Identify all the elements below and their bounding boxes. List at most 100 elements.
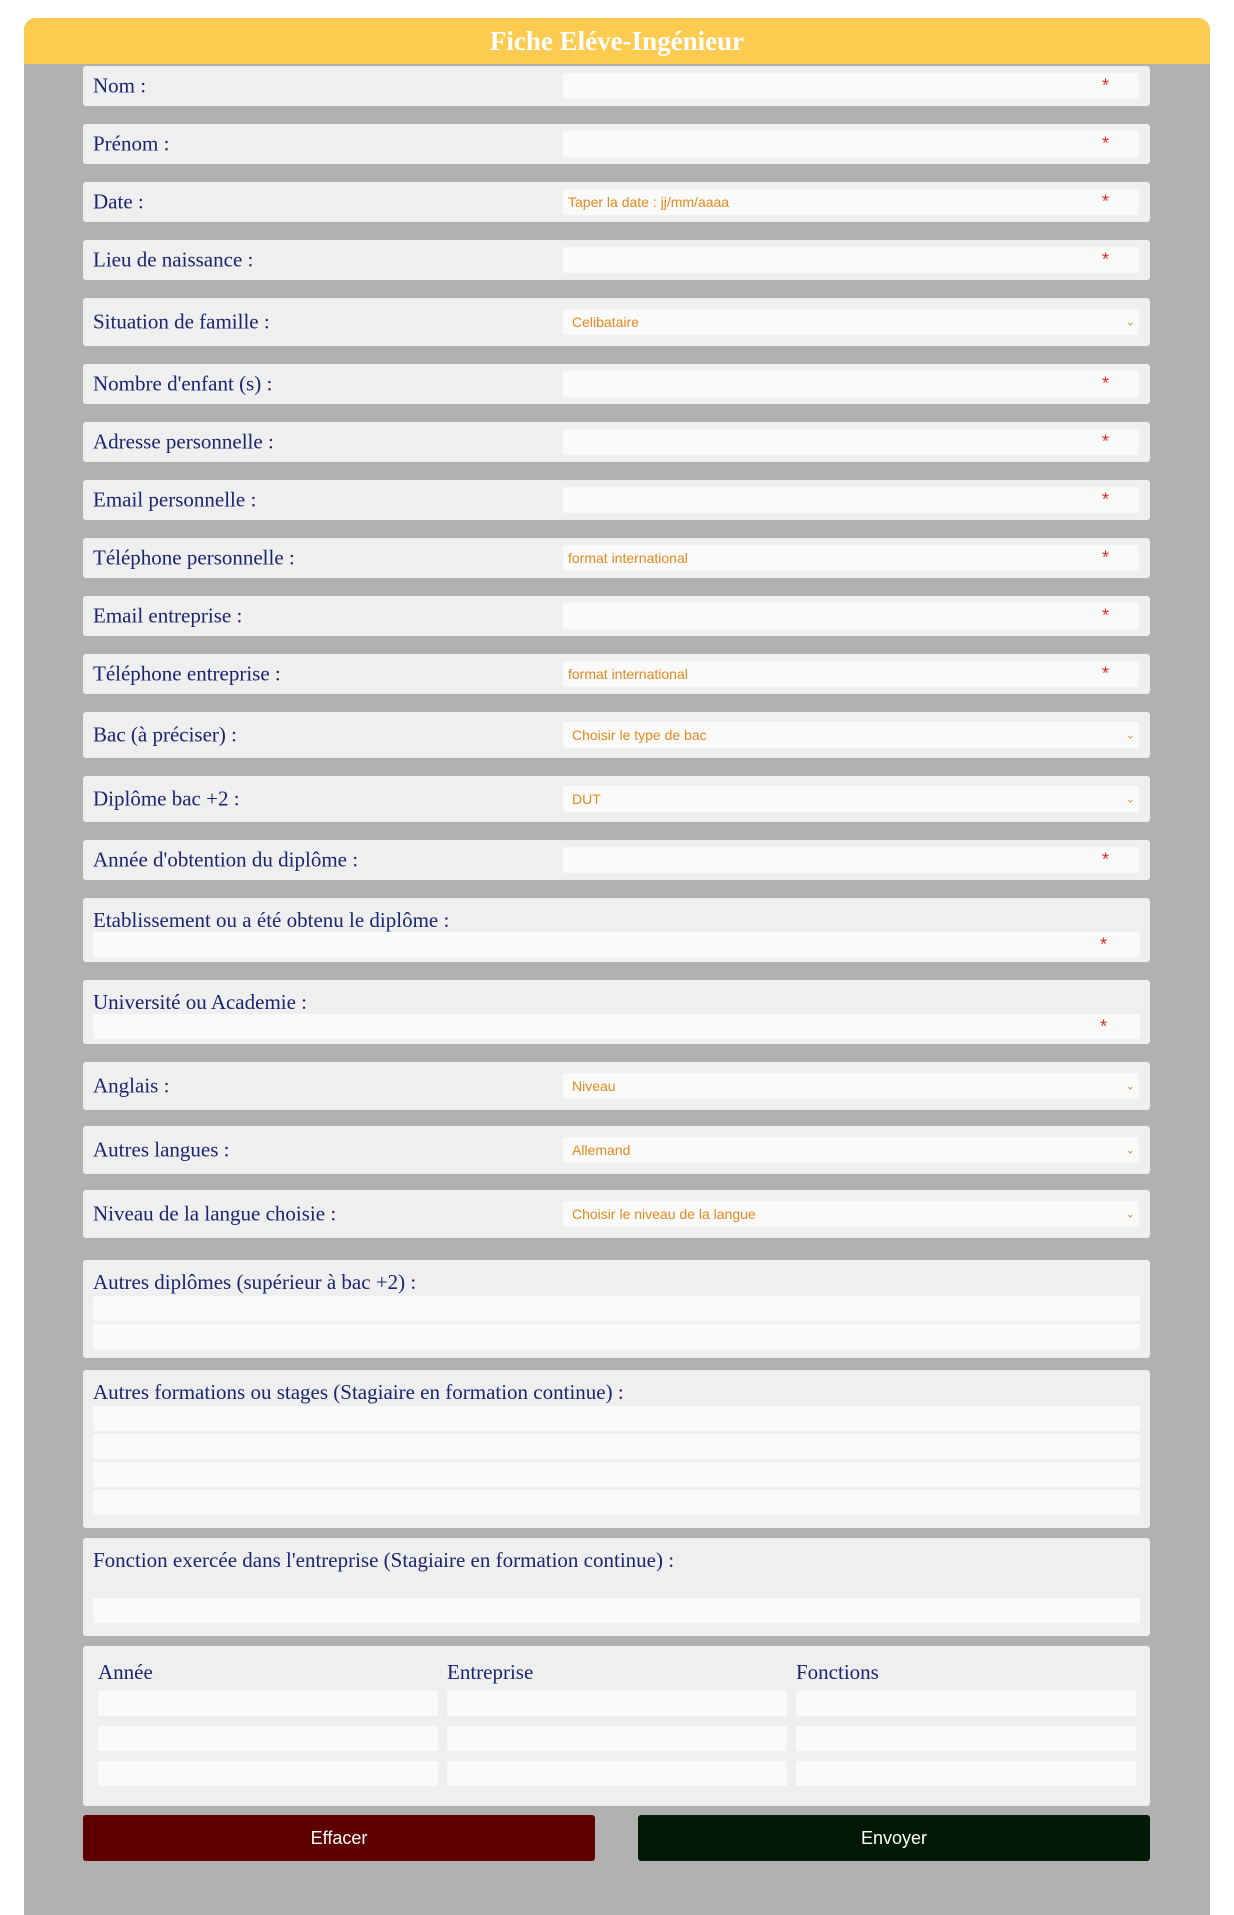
select-value: Celibataire [572, 314, 639, 330]
chevron-down-icon: ⌄ [1125, 792, 1135, 806]
label-tel-ent: Téléphone entreprise : [93, 661, 281, 686]
chevron-down-icon: ⌄ [1125, 1207, 1135, 1221]
input-email-perso[interactable]: * [563, 487, 1139, 513]
input-autres-formations-2[interactable] [93, 1434, 1140, 1459]
row-niveau-langue: Niveau de la langue choisie : Choisir le… [83, 1190, 1150, 1238]
label-anglais: Anglais : [93, 1073, 170, 1098]
required-marker: * [1100, 1016, 1108, 1036]
label-niveau-langue: Niveau de la langue choisie : [93, 1201, 337, 1226]
row-tel-ent: Téléphone entreprise : format internatio… [83, 654, 1150, 694]
row-email-ent: Email entreprise : * [83, 596, 1150, 636]
cell-entreprise-3[interactable] [447, 1761, 787, 1786]
select-value: Choisir le type de bac [572, 727, 707, 743]
form-page: Fiche Eléve-Ingénieur Nom : * Prénom : *… [24, 18, 1210, 1915]
select-situation[interactable]: Celibataire ⌄ [563, 309, 1139, 335]
required-marker: * [1102, 133, 1110, 154]
input-autres-formations-4[interactable] [93, 1490, 1140, 1515]
row-situation: Situation de famille : Celibataire ⌄ [83, 298, 1150, 346]
tel-ent-placeholder: format international [568, 666, 688, 682]
input-prenom[interactable]: * [563, 131, 1139, 157]
reset-button[interactable]: Effacer [83, 1815, 595, 1861]
label-tel-perso: Téléphone personnelle : [93, 545, 295, 570]
cell-fonctions-1[interactable] [796, 1691, 1136, 1716]
label-fonction: Fonction exercée dans l'entreprise (Stag… [93, 1548, 675, 1572]
input-autres-formations-1[interactable] [93, 1406, 1140, 1431]
submit-button[interactable]: Envoyer [638, 1815, 1150, 1861]
form-title-bar: Fiche Eléve-Ingénieur [24, 18, 1210, 64]
input-autres-diplomes-1[interactable] [93, 1296, 1140, 1321]
input-enfants[interactable]: * [563, 371, 1139, 397]
label-autres-diplomes: Autres diplômes (supérieur à bac +2) : [93, 1270, 417, 1294]
cell-annee-3[interactable] [98, 1761, 438, 1786]
row-universite: Université ou Academie : * [83, 980, 1150, 1044]
required-marker: * [1102, 605, 1110, 626]
row-nom: Nom : * [83, 66, 1150, 106]
select-value: Niveau [572, 1078, 616, 1094]
label-prenom: Prénom : [93, 131, 170, 156]
required-marker: * [1102, 431, 1110, 452]
cell-fonctions-2[interactable] [796, 1726, 1136, 1751]
row-date: Date : Taper la date : jj/mm/aaaa * [83, 182, 1150, 222]
cell-entreprise-1[interactable] [447, 1691, 787, 1716]
required-marker: * [1100, 934, 1108, 954]
label-bac: Bac (à préciser) : [93, 722, 237, 747]
input-email-ent[interactable]: * [563, 603, 1139, 629]
reset-button-label: Effacer [310, 1827, 368, 1848]
label-autres-langues: Autres langues : [93, 1137, 230, 1162]
input-universite[interactable]: * [93, 1014, 1140, 1039]
label-diplome: Diplôme bac +2 : [93, 786, 240, 811]
select-value: Allemand [572, 1142, 631, 1158]
input-annee[interactable]: * [563, 847, 1139, 873]
select-niveau-langue[interactable]: Choisir le niveau de la langue ⌄ [563, 1201, 1139, 1227]
select-diplome[interactable]: DUT ⌄ [563, 786, 1139, 812]
input-tel-ent[interactable]: format international * [563, 661, 1139, 687]
tel-perso-placeholder: format international [568, 550, 688, 566]
chevron-down-icon: ⌄ [1125, 1143, 1135, 1157]
row-bac: Bac (à préciser) : Choisir le type de ba… [83, 712, 1150, 758]
cell-entreprise-2[interactable] [447, 1726, 787, 1751]
input-date[interactable]: Taper la date : jj/mm/aaaa * [563, 189, 1139, 215]
cell-fonctions-3[interactable] [796, 1761, 1136, 1786]
select-bac[interactable]: Choisir le type de bac ⌄ [563, 722, 1139, 748]
input-autres-diplomes-2[interactable] [93, 1324, 1140, 1349]
cell-annee-2[interactable] [98, 1726, 438, 1751]
label-universite: Université ou Academie : [93, 990, 308, 1014]
input-fonction[interactable] [93, 1598, 1140, 1623]
date-placeholder: Taper la date : jj/mm/aaaa [568, 194, 730, 210]
header-entreprise: Entreprise [447, 1660, 534, 1684]
input-adresse[interactable]: * [563, 429, 1139, 455]
row-prenom: Prénom : * [83, 124, 1150, 164]
cell-annee-1[interactable] [98, 1691, 438, 1716]
label-nom: Nom : [93, 73, 147, 98]
required-marker: * [1102, 373, 1110, 394]
label-enfants: Nombre d'enfant (s) : [93, 371, 273, 396]
row-autres-formations: Autres formations ou stages (Stagiaire e… [83, 1370, 1150, 1528]
row-adresse: Adresse personnelle : * [83, 422, 1150, 462]
input-autres-formations-3[interactable] [93, 1462, 1140, 1487]
header-fonctions: Fonctions [796, 1660, 879, 1684]
select-anglais[interactable]: Niveau ⌄ [563, 1073, 1139, 1099]
required-marker: * [1102, 191, 1110, 212]
row-enfants: Nombre d'enfant (s) : * [83, 364, 1150, 404]
label-lieu: Lieu de naissance : [93, 247, 254, 272]
submit-button-label: Envoyer [860, 1827, 928, 1848]
row-fonction: Fonction exercée dans l'entreprise (Stag… [83, 1538, 1150, 1636]
input-lieu[interactable]: * [563, 247, 1139, 273]
input-tel-perso[interactable]: format international * [563, 545, 1139, 571]
row-annee: Année d'obtention du diplôme : * [83, 840, 1150, 880]
label-email-perso: Email personnelle : [93, 487, 257, 512]
row-autres-diplomes: Autres diplômes (supérieur à bac +2) : [83, 1260, 1150, 1358]
row-autres-langues: Autres langues : Allemand ⌄ [83, 1126, 1150, 1174]
label-email-ent: Email entreprise : [93, 603, 243, 628]
chevron-down-icon: ⌄ [1125, 728, 1135, 742]
select-value: DUT [572, 791, 601, 807]
select-autres-langues[interactable]: Allemand ⌄ [563, 1137, 1139, 1163]
chevron-down-icon: ⌄ [1125, 1079, 1135, 1093]
label-annee: Année d'obtention du diplôme : [93, 847, 359, 872]
label-date: Date : [93, 189, 144, 214]
row-lieu: Lieu de naissance : * [83, 240, 1150, 280]
label-etablissement: Etablissement ou a été obtenu le diplôme… [93, 908, 450, 932]
input-nom[interactable]: * [563, 73, 1139, 99]
input-etablissement[interactable]: * [93, 932, 1140, 957]
required-marker: * [1102, 547, 1110, 568]
